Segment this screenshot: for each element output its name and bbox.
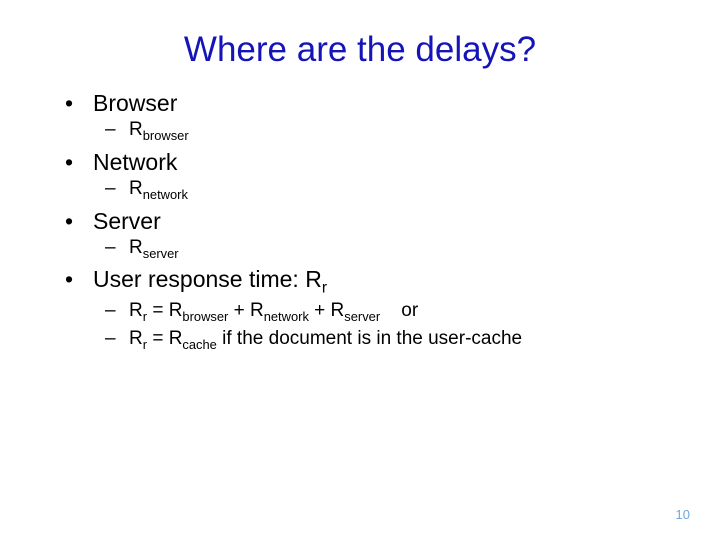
bullet-level-1: •Browser: [65, 90, 665, 117]
slide-body: •Browser–Rbrowser •Network–Rnetwork •Serve…: [55, 90, 665, 352]
slide-title: Where are the delays?: [55, 30, 665, 70]
page-number: 10: [676, 507, 690, 522]
bullet-level-2: –Rr = Rcache if the document is in the u…: [105, 328, 665, 352]
bullet-level-1: •Server: [65, 208, 665, 235]
bullet-level-2: –Rr = Rbrowser + Rnetwork + Rserver or: [105, 300, 665, 324]
bullet-level-2: –Rbrowser: [105, 119, 665, 143]
bullet-level-2: –Rnetwork: [105, 178, 665, 202]
bullet-level-1: •Network: [65, 149, 665, 176]
bullet-level-2: –Rserver: [105, 237, 665, 261]
bullet-level-1: •User response time: Rr: [65, 266, 665, 298]
